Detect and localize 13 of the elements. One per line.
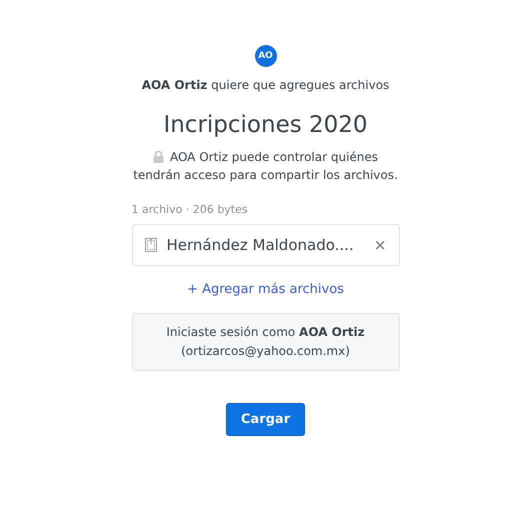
privacy-note: AOA Ortiz puede controlar quiénes — [170, 149, 378, 166]
avatar: AO — [254, 45, 276, 67]
remove-button[interactable]: × — [372, 236, 388, 254]
page-title: Incripciones 2020 — [163, 112, 368, 138]
lock-icon — [152, 151, 164, 163]
add-more-files-link[interactable]: + Agregar más archivos — [187, 282, 344, 297]
request-message: AOA Ortiz quiere que agregues archivos — [142, 78, 390, 92]
privacy-note: tendrán acceso para compartir los archivos. — [133, 167, 398, 184]
file-icon — [144, 238, 156, 252]
file-summary: 1 archivo · 206 bytes — [132, 203, 248, 216]
signed-in-text: Iniciaste sesión como AOA Ortiz (ortizarcos@yahoo.com.mx) — [165, 324, 366, 360]
file-name: Hernández Maldonado.... — [166, 236, 355, 254]
upload-button[interactable]: Cargar — [226, 403, 306, 436]
